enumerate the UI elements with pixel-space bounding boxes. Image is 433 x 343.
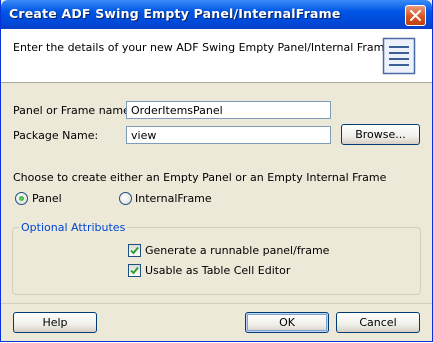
close-button[interactable] bbox=[405, 5, 426, 26]
checkmark-icon bbox=[130, 266, 139, 275]
radio-internalframe-label[interactable]: InternalFrame bbox=[135, 192, 212, 205]
table-cell-editor-label[interactable]: Usable as Table Cell Editor bbox=[145, 264, 290, 277]
optional-attributes-group bbox=[12, 227, 421, 295]
title-bar[interactable]: Create ADF Swing Empty Panel/InternalFra… bbox=[1, 0, 432, 29]
table-cell-editor-checkbox[interactable] bbox=[128, 264, 141, 277]
optional-attributes-legend: Optional Attributes bbox=[19, 221, 128, 234]
close-icon bbox=[410, 10, 421, 21]
panel-name-input[interactable] bbox=[126, 101, 331, 119]
header-description: Enter the details of your new ADF Swing … bbox=[13, 41, 392, 54]
radio-internalframe[interactable] bbox=[119, 192, 132, 205]
radio-panel[interactable] bbox=[15, 192, 28, 205]
radio-panel-label[interactable]: Panel bbox=[32, 192, 62, 205]
checkmark-icon bbox=[130, 246, 139, 255]
package-name-label: Package Name: bbox=[13, 129, 99, 142]
choice-prompt: Choose to create either an Empty Panel o… bbox=[13, 171, 387, 184]
panel-name-label: Panel or Frame name: bbox=[13, 104, 134, 117]
browse-button[interactable]: Browse... bbox=[341, 124, 420, 145]
header-panel: Enter the details of your new ADF Swing … bbox=[1, 29, 432, 83]
generate-runnable-label[interactable]: Generate a runnable panel/frame bbox=[145, 244, 329, 257]
window-title: Create ADF Swing Empty Panel/InternalFra… bbox=[9, 6, 341, 21]
help-button[interactable]: Help bbox=[13, 312, 97, 333]
dialog-window: Create ADF Swing Empty Panel/InternalFra… bbox=[0, 0, 433, 342]
radio-selected-dot bbox=[19, 196, 24, 201]
ok-button[interactable]: OK bbox=[245, 312, 329, 333]
package-name-input[interactable] bbox=[126, 126, 331, 144]
document-list-icon bbox=[382, 37, 416, 75]
generate-runnable-checkbox[interactable] bbox=[128, 244, 141, 257]
cancel-button[interactable]: Cancel bbox=[336, 312, 420, 333]
button-divider bbox=[1, 303, 432, 304]
